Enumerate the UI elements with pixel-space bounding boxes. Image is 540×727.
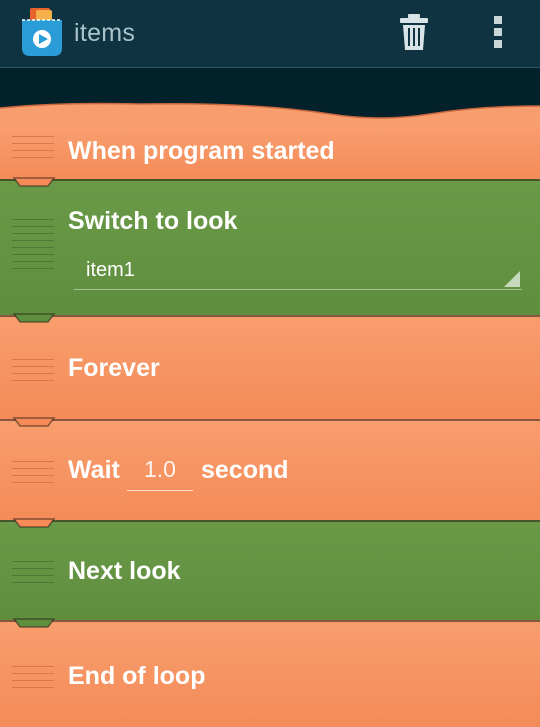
brick-switch-to-look[interactable]: Switch to look item1 xyxy=(0,179,540,315)
drag-handle[interactable] xyxy=(12,219,54,275)
brick-label: Next look xyxy=(68,557,181,585)
brick-when-program-started[interactable]: When program started xyxy=(0,127,540,179)
drag-handle[interactable] xyxy=(12,666,54,694)
drag-handle[interactable] xyxy=(12,359,54,387)
brick-next-look[interactable]: Next look xyxy=(0,520,540,620)
drag-handle[interactable] xyxy=(12,136,54,164)
wait-label: Wait xyxy=(68,456,120,484)
brick-end-of-loop[interactable]: End of loop xyxy=(0,620,540,727)
trash-icon[interactable] xyxy=(399,13,429,51)
dropdown-arrow-icon xyxy=(504,271,520,287)
brick-divider xyxy=(0,620,540,622)
overflow-menu-icon[interactable] xyxy=(488,14,508,50)
second-label: second xyxy=(201,456,289,484)
look-dropdown[interactable]: item1 xyxy=(74,253,522,290)
app-bar: items xyxy=(0,0,540,68)
brick-forever[interactable]: Forever xyxy=(0,315,540,419)
brick-label: End of loop xyxy=(68,662,206,690)
app-title: items xyxy=(74,19,136,47)
brick-divider xyxy=(0,520,540,522)
catrobat-pocketcode-logo-icon xyxy=(22,8,62,56)
brick-label: Switch to look xyxy=(68,207,238,235)
hat-brick-cap xyxy=(0,102,540,128)
brick-wait[interactable]: Wait 1.0 second xyxy=(0,419,540,520)
wait-seconds-value: 1.0 xyxy=(144,456,176,482)
drag-handle[interactable] xyxy=(12,461,54,489)
brick-divider xyxy=(0,315,540,317)
drag-handle[interactable] xyxy=(12,561,54,589)
brick-divider xyxy=(0,179,540,181)
brick-divider xyxy=(0,419,540,421)
look-dropdown-value: item1 xyxy=(86,259,135,281)
brick-label: Forever xyxy=(68,354,160,382)
brick-label: When program started xyxy=(68,137,335,165)
wait-seconds-input[interactable]: 1.0 xyxy=(127,454,193,491)
